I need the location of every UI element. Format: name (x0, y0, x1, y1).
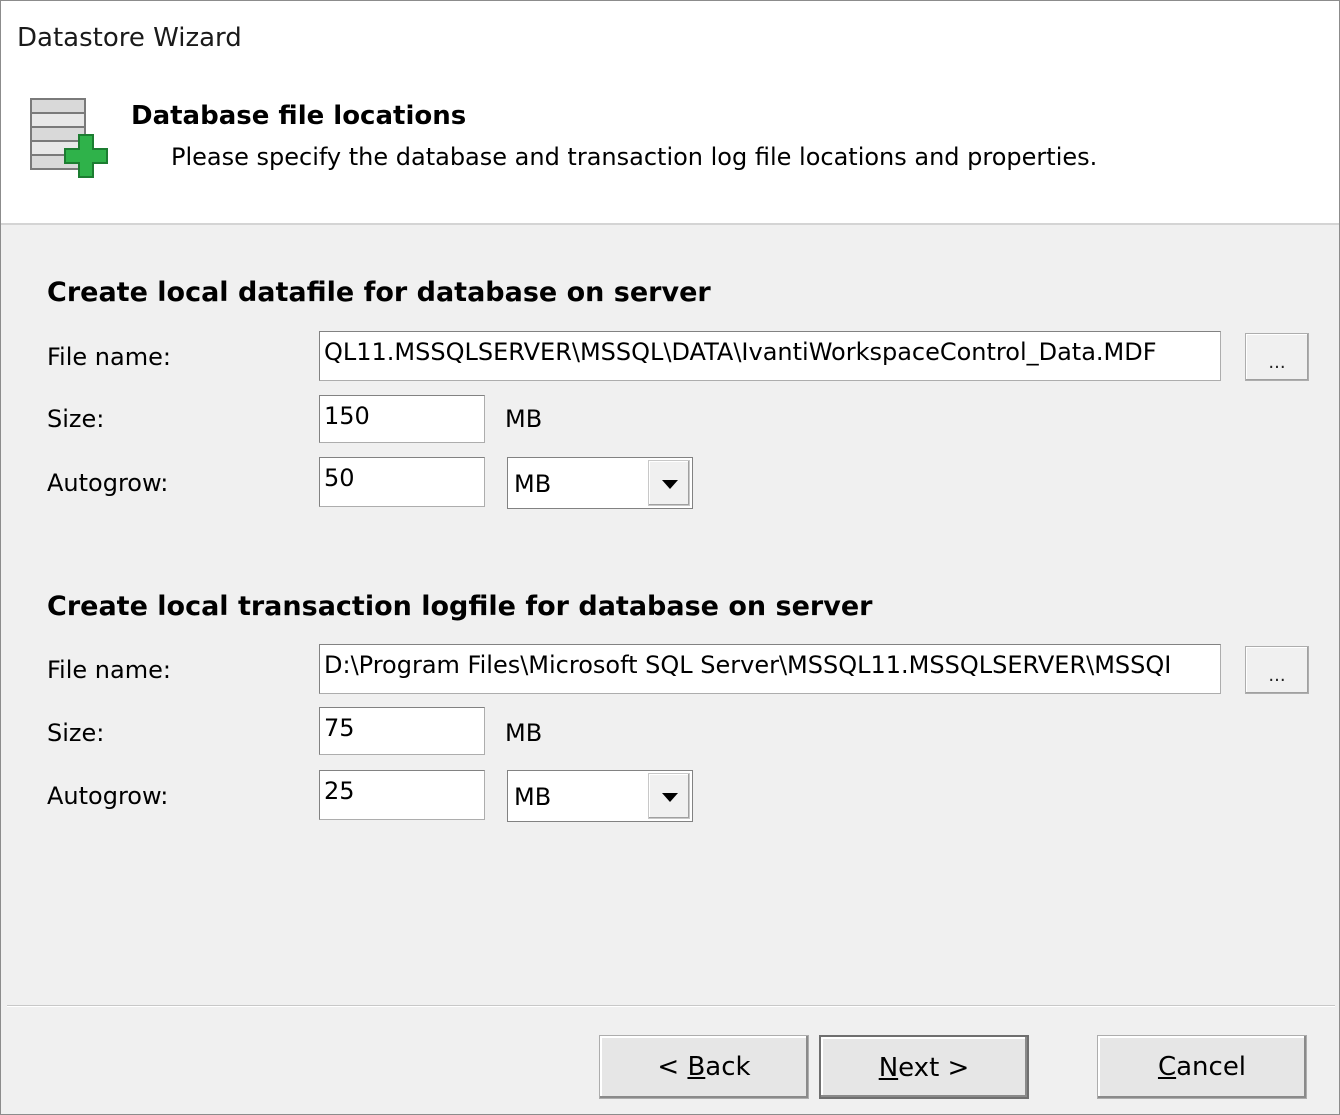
logfile-autogrow-unit-value: MB (514, 783, 552, 811)
datafile-size-field[interactable]: 150 (319, 395, 485, 443)
logfile-name-label: File name: (47, 656, 171, 684)
back-button-mnemonic: B (687, 1052, 706, 1082)
logfile-name-field[interactable]: D:\Program Files\Microsoft SQL Server\MS… (319, 644, 1221, 694)
logfile-autogrow-unit-dropdown[interactable]: MB (507, 770, 693, 822)
header-subtitle: Please specify the database and transact… (171, 143, 1098, 171)
datafile-size-label: Size: (47, 405, 105, 433)
logfile-autogrow-label: Autogrow: (47, 782, 169, 810)
next-button-label: ext > (898, 1053, 970, 1083)
datafile-name-field[interactable]: QL11.MSSQLSERVER\MSSQL\DATA\IvantiWorksp… (319, 331, 1221, 381)
back-button-label: ack (705, 1052, 751, 1082)
footer-divider (7, 1005, 1335, 1007)
datafile-browse-button[interactable]: ... (1245, 333, 1309, 381)
back-button-prefix: < (657, 1052, 688, 1082)
wizard-window: Datastore Wizard Database file locations… (0, 0, 1340, 1115)
logfile-section-title: Create local transaction logfile for dat… (47, 591, 873, 622)
logfile-size-field[interactable]: 75 (319, 707, 485, 755)
cancel-button[interactable]: Cancel (1097, 1035, 1307, 1099)
back-button[interactable]: < Back (599, 1035, 809, 1099)
wizard-header: Database file locations Please specify t… (1, 81, 1339, 225)
cancel-button-mnemonic: C (1157, 1052, 1177, 1082)
datafile-autogrow-field[interactable]: 50 (319, 457, 485, 507)
datafile-autogrow-unit-value: MB (514, 470, 552, 498)
header-title: Database file locations (131, 101, 467, 131)
next-button[interactable]: Next > (819, 1035, 1029, 1099)
database-add-icon (30, 98, 108, 178)
next-button-mnemonic: N (878, 1053, 899, 1083)
logfile-browse-button[interactable]: ... (1245, 646, 1309, 694)
datafile-autogrow-label: Autogrow: (47, 469, 169, 497)
logfile-size-label: Size: (47, 719, 105, 747)
cancel-button-label: ancel (1176, 1052, 1247, 1082)
datafile-autogrow-unit-dropdown[interactable]: MB (507, 457, 693, 509)
window-title: Datastore Wizard (17, 23, 242, 53)
title-bar: Datastore Wizard (1, 1, 1339, 81)
chevron-down-icon[interactable] (648, 773, 690, 819)
datafile-size-unit: MB (505, 405, 543, 433)
logfile-autogrow-field[interactable]: 25 (319, 770, 485, 820)
logfile-size-unit: MB (505, 719, 543, 747)
datafile-section-title: Create local datafile for database on se… (47, 277, 711, 308)
chevron-down-icon[interactable] (648, 460, 690, 506)
datafile-name-label: File name: (47, 343, 171, 371)
